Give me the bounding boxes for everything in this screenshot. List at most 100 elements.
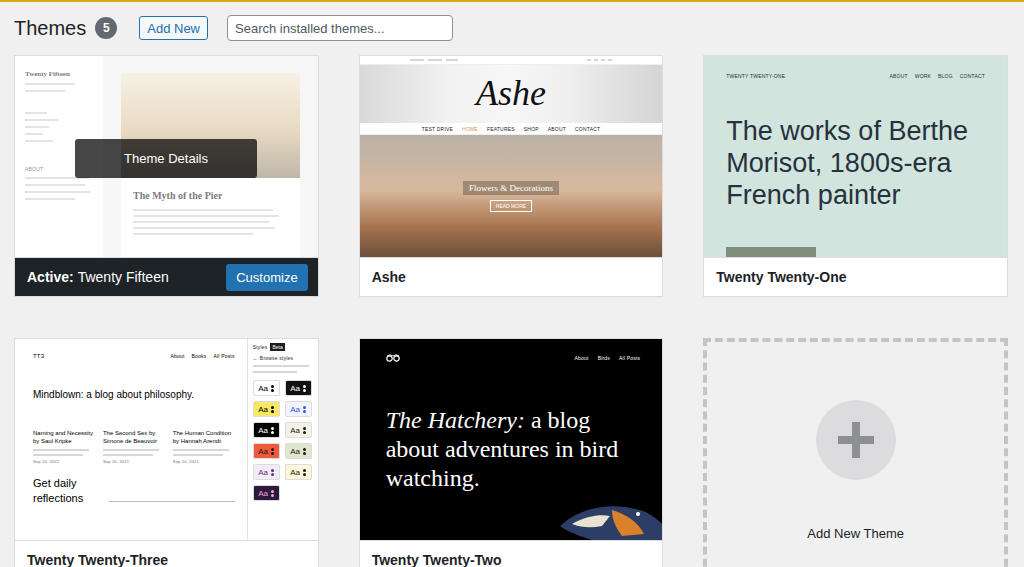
style-swatch: Aa	[253, 401, 280, 417]
preview-nav-item: BLOG	[938, 73, 953, 79]
theme-preview: TWENTY TWENTY-ONE ABOUT WORK BLOG CONTACT The…	[704, 56, 1007, 257]
preview-post-date: Sep 10, 2021	[173, 459, 235, 464]
theme-preview: Ashe TEST DRIVE HOME FEATURES SHOP ABOUT CONTA…	[360, 56, 663, 257]
preview-top-bar	[360, 56, 663, 65]
preview-nav-item: Books	[191, 353, 206, 359]
preview-post: Naming and Necessity by Saul Kripke Sep 1…	[33, 430, 95, 464]
theme-name-bar: Twenty Twenty-One	[704, 258, 1007, 296]
preview-logo: TT3	[33, 353, 44, 359]
preview-slide-title: Flowers & Decorations	[463, 181, 559, 195]
preview-nav-item: Birds	[598, 355, 610, 361]
preview-nav-item: ABOUT	[889, 73, 907, 79]
theme-count-badge: 5	[95, 17, 117, 39]
preview-nav: TEST DRIVE HOME FEATURES SHOP ABOUT CONTACT	[360, 123, 663, 135]
styles-panel: StylesBeta←Browse stylesAaAaAaAaAaAaAaAa…	[247, 339, 318, 540]
binoculars-icon	[386, 354, 400, 362]
theme-name: Twenty Twenty-Three	[27, 552, 168, 567]
style-swatch: Aa	[253, 464, 280, 480]
theme-name-bar: Twenty Twenty-Two	[360, 541, 663, 567]
theme-preview: TT3 About Books All Posts Mindblown: a blog …	[15, 339, 318, 540]
preview-nav-item: About	[575, 355, 589, 361]
theme-details-button[interactable]: Theme Details	[75, 139, 257, 178]
theme-name: Twenty Twenty-Two	[372, 552, 502, 567]
theme-name: Twenty Twenty-One	[716, 269, 846, 285]
preview-post-date: Sep 10, 2021	[103, 459, 165, 464]
theme-name: Ashe	[372, 269, 406, 285]
preview-nav-item: CONTACT	[575, 126, 600, 132]
preview-rule	[109, 501, 235, 502]
theme-card[interactable]: Twenty FifteenABOUTThe Myth of the PierT…	[14, 55, 319, 297]
preview-photo	[726, 247, 816, 257]
add-new-theme-label: Add New Theme	[807, 526, 904, 541]
theme-screenshot[interactable]: TT3 About Books All Posts Mindblown: a blog …	[15, 339, 318, 541]
theme-card[interactable]: Ashe TEST DRIVE HOME FEATURES SHOP ABOUT CONTA…	[359, 55, 664, 297]
styles-panel-back: Browse styles	[260, 355, 293, 361]
preview-nav-item: FEATURES	[487, 126, 515, 132]
theme-card[interactable]: About Birds All Posts The Hatchery: a blog …	[359, 338, 664, 567]
preview-post-title: The Second Sex by Simone de Beauvoir	[103, 430, 165, 446]
preview-nav-item: ABOUT	[548, 126, 566, 132]
style-swatch: Aa	[285, 422, 312, 438]
style-swatch: Aa	[253, 485, 280, 501]
theme-screenshot[interactable]: Ashe TEST DRIVE HOME FEATURES SHOP ABOUT CONTA…	[360, 56, 663, 258]
preview-slide-button: READ MORE	[490, 200, 532, 212]
plus-icon	[838, 422, 874, 458]
style-swatches: Aa Aa Aa Aa Aa Aa Aa Aa Aa Aa Aa	[253, 380, 313, 501]
preview-headline: The works of Berthe Morisot, 1800s-era F…	[726, 115, 985, 211]
page-header: Themes 5 Add New	[0, 2, 1024, 43]
styles-panel-tag: Beta	[270, 343, 284, 351]
preview-main: TT3 About Books All Posts Mindblown: a blog …	[15, 339, 247, 540]
theme-name-bar: Ashe	[360, 258, 663, 296]
theme-preview: About Birds All Posts The Hatchery: a blog …	[360, 339, 663, 540]
style-swatch: Aa	[285, 401, 312, 417]
themes-grid: Twenty FifteenABOUTThe Myth of the PierT…	[0, 55, 1024, 567]
themes-page: Themes 5 Add New Twenty FifteenABOUTThe Myt…	[0, 0, 1024, 567]
preview-post-title: Naming and Necessity by Saul Kripke	[33, 430, 95, 446]
top-rule	[0, 0, 1024, 2]
theme-screenshot[interactable]: Twenty FifteenABOUTThe Myth of the PierT…	[15, 56, 318, 258]
add-new-button[interactable]: Add New	[139, 16, 208, 40]
style-swatch: Aa	[253, 380, 280, 396]
theme-card[interactable]: TWENTY TWENTY-ONE ABOUT WORK BLOG CONTACT The…	[703, 55, 1008, 297]
style-swatch: Aa	[285, 380, 312, 396]
preview-slide: Flowers & Decorations READ MORE	[360, 135, 663, 257]
customize-button[interactable]: Customize	[226, 264, 307, 291]
style-swatch: Aa	[285, 443, 312, 459]
page-title: Themes	[14, 13, 86, 43]
preview-cta: Get daily reflections	[33, 476, 99, 507]
preview-nav-item: WORK	[915, 73, 931, 79]
preview-nav-item: HOME	[462, 126, 478, 132]
theme-name: Active:Twenty Fifteen	[27, 269, 169, 285]
preview-posts: Naming and Necessity by Saul Kripke Sep 1…	[33, 430, 235, 464]
search-input[interactable]	[227, 15, 453, 41]
preview-nav-item: SHOP	[524, 126, 539, 132]
preview-masthead: Ashe	[360, 65, 663, 123]
style-swatch: Aa	[253, 422, 280, 438]
style-swatch: Aa	[253, 443, 280, 459]
theme-screenshot[interactable]: About Birds All Posts The Hatchery: a blog …	[360, 339, 663, 541]
theme-card[interactable]: TT3 About Books All Posts Mindblown: a blog …	[14, 338, 319, 567]
preview-nav-item: All Posts	[213, 353, 234, 359]
add-new-theme-card[interactable]: Add New Theme	[703, 338, 1008, 567]
preview-headline: The Hatchery: a blog about adventures in…	[386, 406, 631, 493]
preview-logo: Ashe	[476, 74, 546, 114]
theme-name-bar: Twenty Twenty-Three	[15, 541, 318, 567]
active-label: Active:	[27, 269, 74, 285]
plus-circle	[816, 400, 896, 480]
styles-panel-title: Styles	[253, 344, 268, 350]
preview-post-date: Sep 10, 2021	[33, 459, 95, 464]
theme-name-bar: Active:Twenty Fifteen Customize	[15, 258, 318, 296]
preview-nav-item: TEST DRIVE	[422, 126, 453, 132]
theme-screenshot[interactable]: TWENTY TWENTY-ONE ABOUT WORK BLOG CONTACT The…	[704, 56, 1007, 258]
preview-post-title: The Human Condition by Hannah Arendt	[173, 430, 235, 446]
preview-nav-item: CONTACT	[960, 73, 985, 79]
preview-headline: Mindblown: a blog about philosophy.	[33, 389, 235, 400]
preview-nav-item: All Posts	[619, 355, 640, 361]
preview-post: The Human Condition by Hannah Arendt Sep …	[173, 430, 235, 464]
preview-nav-item: About	[170, 353, 184, 359]
back-arrow-icon: ←	[253, 355, 258, 361]
preview-site-title: TWENTY TWENTY-ONE	[726, 73, 785, 79]
bird-icon	[552, 496, 662, 540]
style-swatch: Aa	[285, 464, 312, 480]
preview-post: The Second Sex by Simone de Beauvoir Sep …	[103, 430, 165, 464]
